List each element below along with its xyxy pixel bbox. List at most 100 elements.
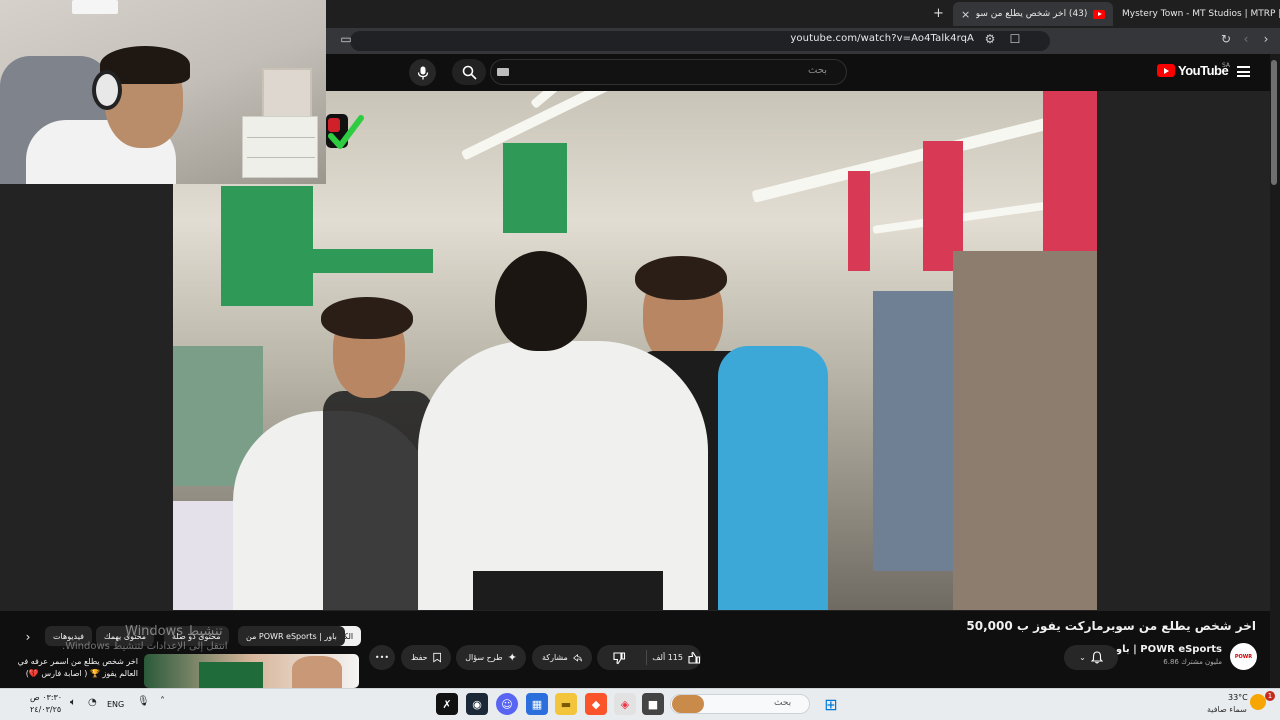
webcam-overlay bbox=[0, 0, 326, 184]
bookmark-icon[interactable]: ☐ bbox=[1007, 32, 1023, 46]
ask-button[interactable]: طرح سؤال ✦ bbox=[456, 645, 526, 670]
site-settings-icon[interactable]: ⚙ bbox=[982, 32, 998, 46]
store-shelf bbox=[953, 251, 1097, 610]
back-icon[interactable]: › bbox=[1258, 32, 1274, 46]
store-sign bbox=[303, 249, 433, 273]
headset-icon bbox=[92, 70, 122, 110]
search-input[interactable] bbox=[490, 59, 847, 85]
store-shelf bbox=[873, 291, 953, 571]
youtube-logo-icon bbox=[1157, 64, 1175, 77]
keyboard-icon[interactable] bbox=[497, 68, 509, 76]
reload-icon[interactable]: ↻ bbox=[1218, 32, 1234, 46]
thumbs-up-icon bbox=[688, 651, 701, 664]
scrollbar-thumb[interactable] bbox=[1271, 60, 1277, 185]
ask-label: طرح سؤال bbox=[465, 653, 503, 662]
search-placeholder: بحث bbox=[808, 65, 828, 76]
search-highlight-icon bbox=[672, 695, 704, 713]
recommendation-thumbnail[interactable] bbox=[144, 654, 359, 688]
chip-from-channel[interactable]: من POWR eSports | باور bbox=[238, 626, 345, 646]
chevron-up-icon[interactable]: ˄ bbox=[160, 696, 165, 707]
chevron-down-icon: ⌄ bbox=[1079, 653, 1086, 662]
taskbar-app-photos-icon[interactable]: ◈ bbox=[614, 693, 636, 715]
search-button[interactable] bbox=[452, 59, 486, 85]
new-tab-button[interactable]: + bbox=[933, 6, 944, 21]
save-label: حفظ bbox=[411, 653, 428, 662]
video-title: اخر شخص يطلع من سوبرماركت يفوز ب 50,000 bbox=[966, 619, 1256, 633]
sparkle-icon: ✦ bbox=[507, 651, 517, 664]
url-text[interactable]: youtube.com/watch?v=Ao4Talk4rqA bbox=[790, 33, 974, 44]
share-button[interactable]: مشاركة bbox=[532, 645, 592, 670]
voice-search-button[interactable] bbox=[409, 59, 436, 86]
youtube-favicon-icon bbox=[1093, 9, 1105, 19]
tab-mystery-town[interactable]: Mystery Town - MT Studios | MTRP | bbox=[1114, 2, 1280, 26]
notification-badge[interactable]: 1 bbox=[1265, 691, 1275, 701]
taskbar-app-discord-icon[interactable]: ☺ bbox=[496, 693, 518, 715]
windows-taskbar bbox=[0, 688, 1280, 720]
wifi-icon[interactable]: ◔ bbox=[88, 697, 97, 708]
windows-activation-watermark: Windows تنشيط bbox=[125, 624, 223, 639]
dislike-button[interactable] bbox=[597, 645, 641, 670]
person-right-hair bbox=[635, 256, 727, 300]
save-button[interactable]: حفظ bbox=[401, 645, 451, 670]
windows-start-icon[interactable]: ⊞ bbox=[820, 693, 842, 715]
blue-patterned-scarf bbox=[718, 346, 828, 610]
ceiling-light bbox=[751, 108, 1085, 203]
store-sign bbox=[221, 186, 313, 306]
taskbar-app-steam-icon[interactable]: ◉ bbox=[466, 693, 488, 715]
menu-icon[interactable] bbox=[1237, 66, 1250, 77]
region-code: SA bbox=[1222, 62, 1231, 69]
taskbar-search-placeholder: بحث bbox=[774, 698, 792, 708]
bookmark-save-icon bbox=[432, 652, 441, 663]
promo-sign bbox=[1043, 91, 1097, 251]
weather-condition[interactable]: سماء صافية bbox=[1207, 705, 1247, 714]
chevron-right-icon[interactable]: › bbox=[17, 626, 39, 648]
person-center-apron bbox=[473, 571, 663, 610]
cast-icon[interactable]: ▭ bbox=[338, 32, 354, 46]
store-sign bbox=[503, 143, 567, 233]
weather-temperature[interactable]: 33°C bbox=[1228, 693, 1248, 702]
person-center-shirt bbox=[418, 341, 708, 610]
tab-youtube-video[interactable]: × (43) اخر شخص يطلع من سوبر... bbox=[953, 2, 1113, 26]
share-label: مشاركة bbox=[542, 653, 568, 662]
channel-avatar[interactable]: POWR bbox=[1230, 643, 1257, 670]
bell-icon bbox=[1090, 651, 1103, 664]
tab-title: (43) اخر شخص يطلع من سوبر... bbox=[976, 9, 1088, 19]
person-left-hair bbox=[321, 297, 413, 339]
person-center-head bbox=[495, 251, 587, 351]
taskbar-app-terminal-icon[interactable]: ✗ bbox=[436, 693, 458, 715]
mic-tray-icon[interactable]: 🎙︎ bbox=[137, 696, 150, 707]
youtube-logo-text: YouTube bbox=[1178, 63, 1229, 78]
youtube-logo[interactable]: YouTube bbox=[1157, 63, 1229, 78]
subscriber-count: 6.86 مليون مشترك bbox=[1163, 658, 1222, 666]
air-conditioner bbox=[72, 0, 118, 14]
recommendation-title[interactable]: اخر شخص يطلع من اسمر عرفه في العالم يفوز… bbox=[12, 656, 138, 680]
taskbar-time[interactable]: ٠٣:٣٠ ص bbox=[30, 693, 62, 702]
taskbar-app-widget-icon[interactable]: ■ bbox=[642, 693, 664, 715]
language-indicator[interactable]: ENG bbox=[107, 700, 124, 709]
subscription-bell-button[interactable]: ⌄ bbox=[1064, 645, 1118, 670]
like-button[interactable]: 115 ألف bbox=[652, 645, 701, 670]
like-count: 115 ألف bbox=[652, 653, 683, 662]
channel-name[interactable]: POWR eSports | باور bbox=[1110, 644, 1222, 655]
promo-sign bbox=[848, 171, 870, 271]
dresser bbox=[242, 116, 318, 178]
thumbs-down-icon bbox=[613, 651, 626, 664]
wall-mirror bbox=[262, 68, 312, 118]
forward-icon[interactable]: ‹ bbox=[1238, 32, 1254, 46]
sun-weather-icon bbox=[1250, 694, 1266, 710]
microphone-icon bbox=[417, 66, 428, 79]
more-actions-button[interactable]: ••• bbox=[369, 645, 395, 670]
taskbar-date[interactable]: ٢٤/٠٣/٢٥ bbox=[30, 705, 61, 714]
checkmark-icon bbox=[326, 114, 364, 149]
taskbar-app-brave-icon[interactable]: ◆ bbox=[585, 693, 607, 715]
search-icon bbox=[462, 65, 477, 80]
speaker-icon[interactable]: 🔈︎ bbox=[70, 697, 76, 708]
windows-activation-hint: انتقل إلى الإعدادات لتنشيط Windows. bbox=[62, 641, 228, 652]
tab-title: Mystery Town - MT Studios | MTRP | bbox=[1122, 9, 1280, 19]
close-tab-icon[interactable]: × bbox=[961, 8, 970, 21]
taskbar-app-store-icon[interactable]: ▦ bbox=[526, 693, 548, 715]
taskbar-app-explorer-icon[interactable]: ▬ bbox=[555, 693, 577, 715]
like-dislike-group: 115 ألف bbox=[597, 645, 701, 670]
person-left-apron bbox=[323, 391, 433, 610]
share-icon bbox=[572, 653, 582, 662]
